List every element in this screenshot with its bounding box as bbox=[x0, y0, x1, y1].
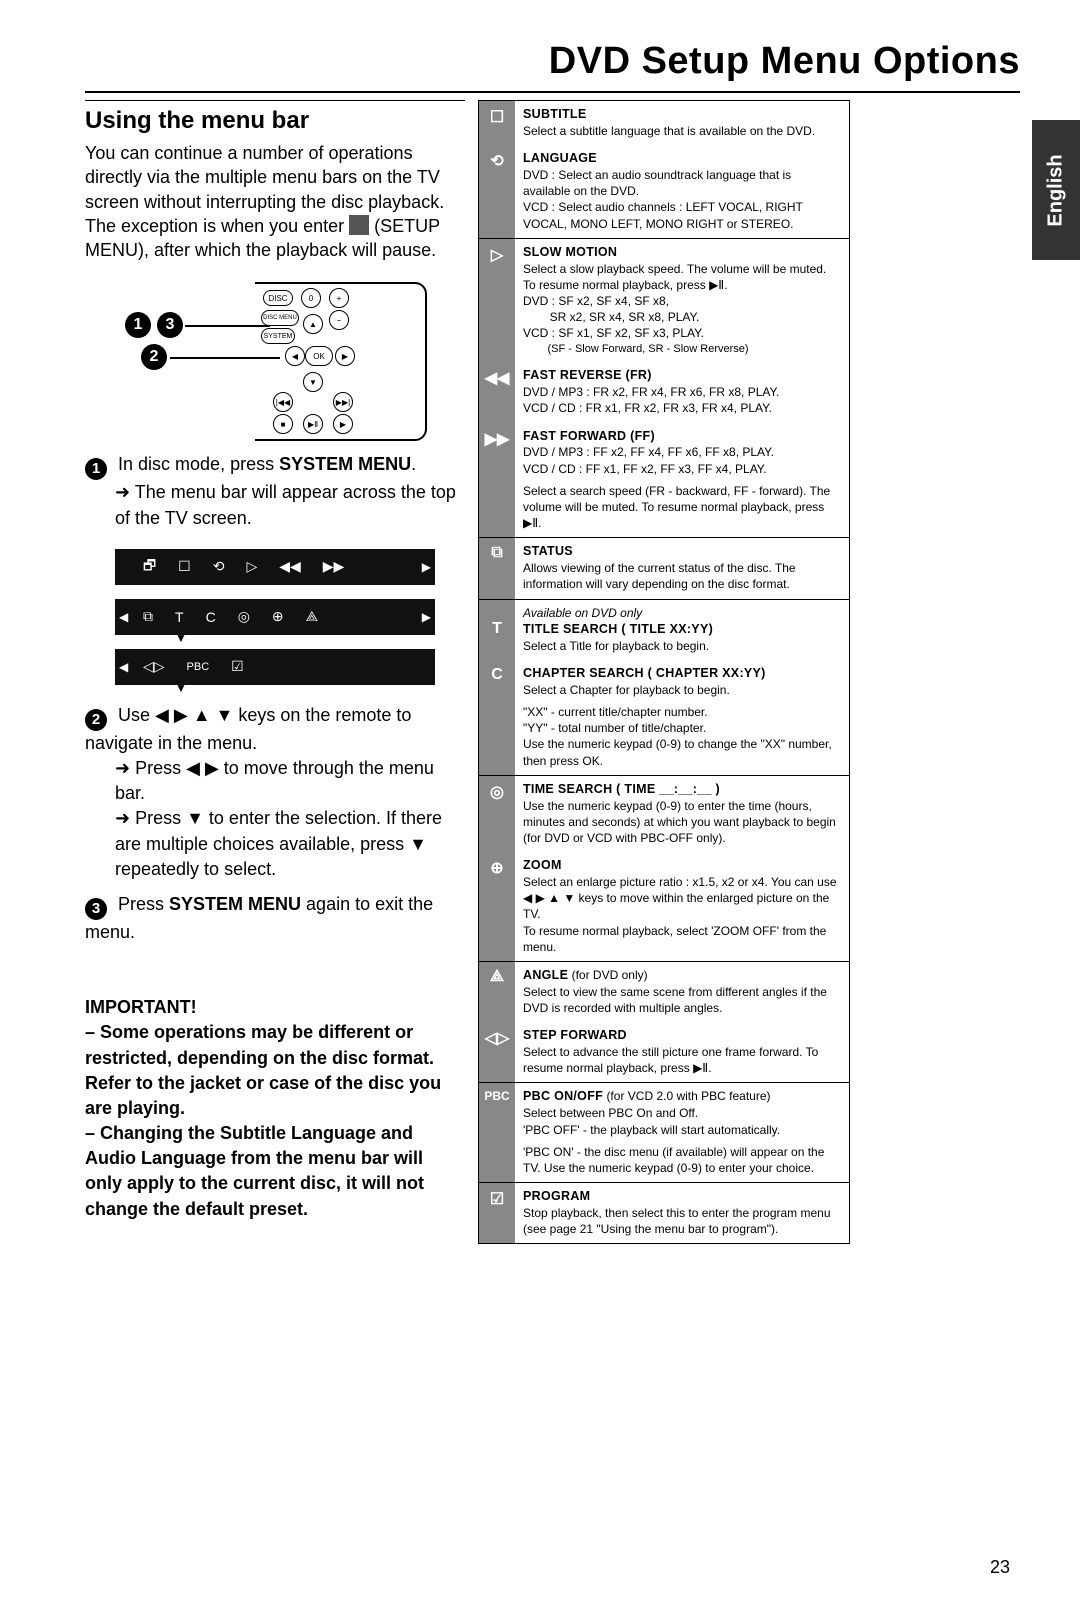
fast-fwd-icon: ▶▶ bbox=[479, 423, 515, 538]
section-heading: Using the menu bar bbox=[85, 107, 465, 135]
ref-fastrev: ◀◀ FAST REVERSE (FR) DVD / MP3 : FR x2, … bbox=[479, 362, 849, 422]
left-column: Using the menu bar You can continue a nu… bbox=[85, 100, 465, 1222]
step-fwd-icon: ◁▷ bbox=[479, 1022, 515, 1082]
callout-3: 3 bbox=[157, 312, 183, 338]
ref-angle: ⟁ ANGLE (for DVD only) Select to view th… bbox=[479, 961, 849, 1022]
intro-paragraph: You can continue a number of operations … bbox=[85, 141, 465, 262]
program-icon: ☑ bbox=[479, 1183, 515, 1243]
subtitle-icon: ☐ bbox=[479, 101, 515, 145]
important-block: IMPORTANT! – Some operations may be diff… bbox=[85, 995, 465, 1222]
pbc-icon: PBC bbox=[479, 1083, 515, 1182]
title-search-icon: T bbox=[479, 600, 515, 660]
ref-titlesearch: T Available on DVD only TITLE SEARCH ( T… bbox=[479, 599, 849, 660]
chapter-search-icon: C bbox=[479, 660, 515, 775]
ref-timesearch: ◎ TIME SEARCH ( TIME __:__:__ ) Use the … bbox=[479, 775, 849, 852]
page-header: DVD Setup Menu Options bbox=[85, 40, 1020, 93]
menu-bar-diagram: 🗗☐⟲▷◀◀▶▶ ▶ ◀ ⧉TC◎⊕⟁ ▶ ▼ ◀ ◁▷PBC☑ ▼ bbox=[115, 549, 465, 685]
remote-diagram: 1 3 2 DISC 0 + DISC MENU SYSTEM − ▲ ◀ OK… bbox=[125, 282, 425, 437]
ref-zoom: ⊕ ZOOM Select an enlarge picture ratio :… bbox=[479, 852, 849, 961]
step-1: 1 In disc mode, press SYSTEM MENU. The m… bbox=[85, 452, 465, 530]
ref-fastfwd: ▶▶ FAST FORWARD (FF) DVD / MP3 : FF x2, … bbox=[479, 423, 849, 538]
ref-stepfwd: ◁▷ STEP FORWARD Select to advance the st… bbox=[479, 1022, 849, 1082]
ref-language: ⟲ LANGUAGE DVD : Select an audio soundtr… bbox=[479, 145, 849, 238]
ref-slowmotion: ▷ SLOW MOTION Select a slow playback spe… bbox=[479, 238, 849, 363]
ref-chaptersearch: C CHAPTER SEARCH ( CHAPTER XX:YY) Select… bbox=[479, 660, 849, 775]
status-icon: ⧉ bbox=[479, 538, 515, 598]
step-3: 3 Press SYSTEM MENU again to exit the me… bbox=[85, 892, 465, 945]
fast-rev-icon: ◀◀ bbox=[479, 362, 515, 422]
language-tab: English bbox=[1032, 120, 1080, 260]
step-2: 2 Use ◀ ▶ ▲ ▼ keys on the remote to navi… bbox=[85, 703, 465, 882]
ref-pbc: PBC PBC ON/OFF (for VCD 2.0 with PBC fea… bbox=[479, 1082, 849, 1182]
slow-motion-icon: ▷ bbox=[479, 239, 515, 363]
time-search-icon: ◎ bbox=[479, 776, 515, 852]
language-icon: ⟲ bbox=[479, 145, 515, 238]
ref-status: ⧉ STATUS Allows viewing of the current s… bbox=[479, 537, 849, 598]
page-number: 23 bbox=[990, 1557, 1010, 1578]
ref-program: ☑ PROGRAM Stop playback, then select thi… bbox=[479, 1182, 849, 1243]
setup-menu-icon bbox=[349, 215, 369, 235]
angle-icon: ⟁ bbox=[479, 962, 515, 1022]
zoom-icon: ⊕ bbox=[479, 852, 515, 961]
reference-table: ☐ SUBTITLE Select a subtitle language th… bbox=[478, 100, 848, 1244]
ref-subtitle: ☐ SUBTITLE Select a subtitle language th… bbox=[479, 101, 849, 145]
callout-1: 1 bbox=[125, 312, 151, 338]
page-title: DVD Setup Menu Options bbox=[85, 40, 1020, 83]
callout-2: 2 bbox=[141, 344, 167, 370]
